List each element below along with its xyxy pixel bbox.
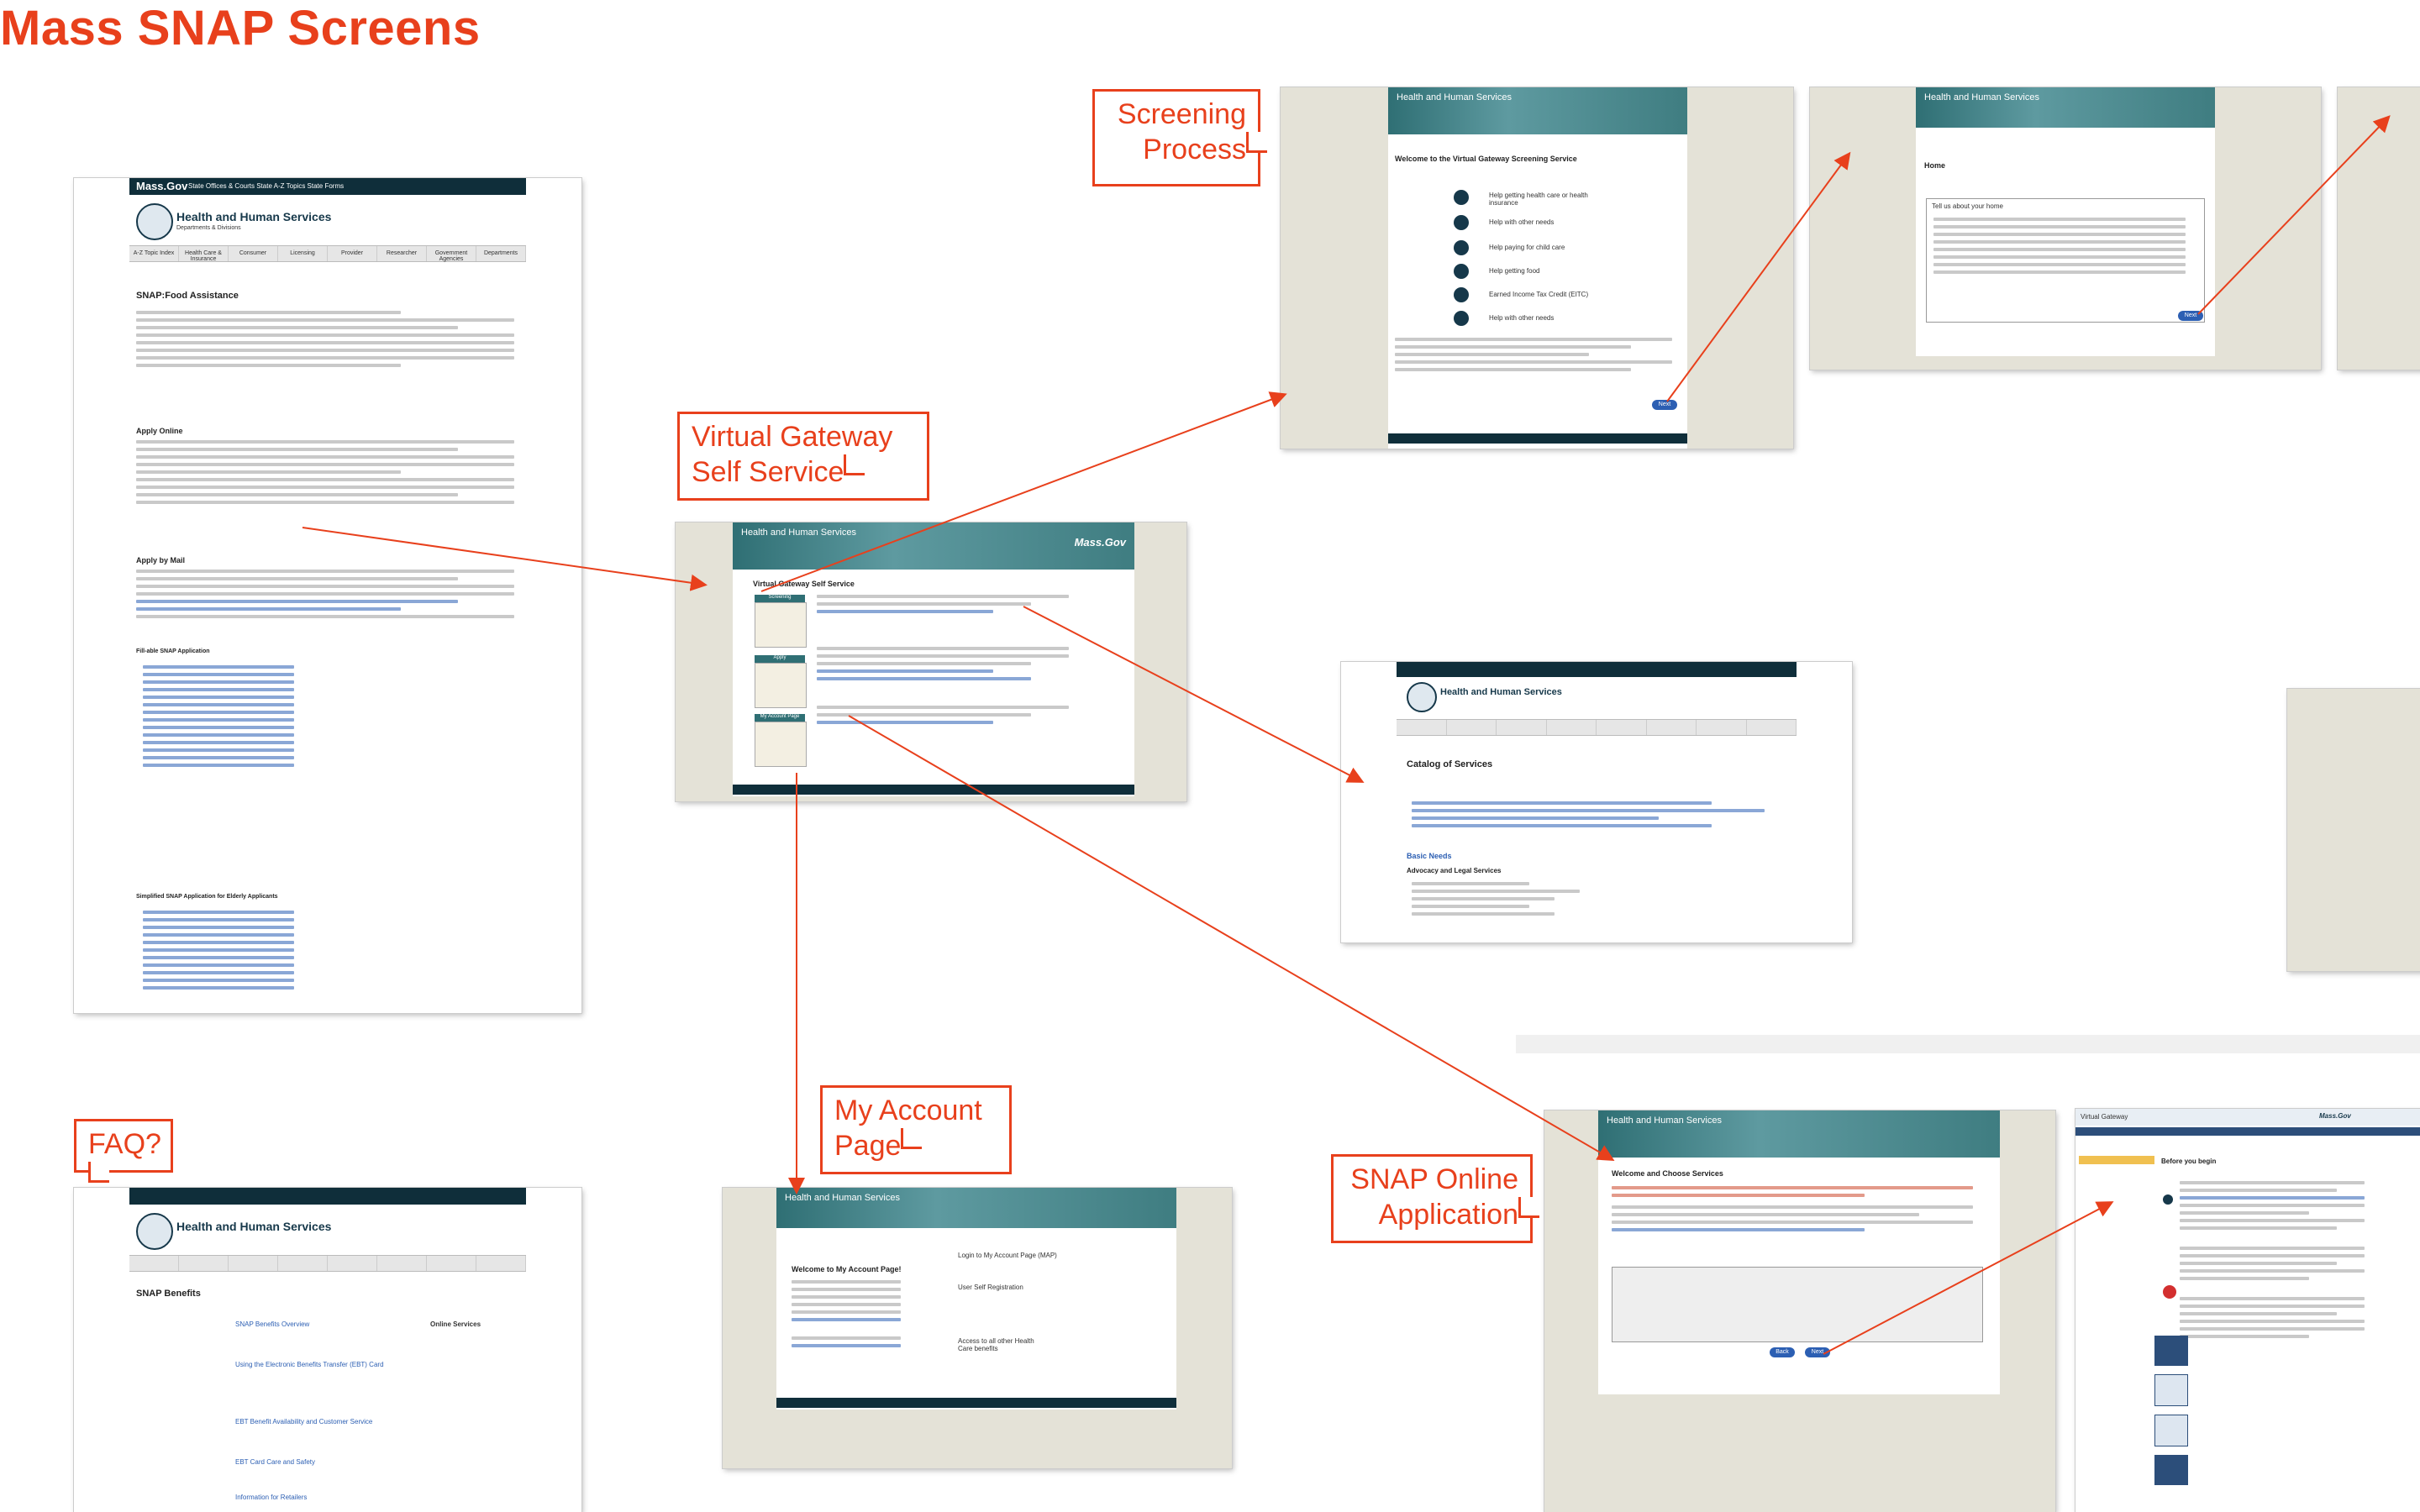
arrow-vg-to-catalog xyxy=(1023,606,1365,783)
arrow-screening-to-home xyxy=(1666,151,1851,402)
arrow-vg-to-screening xyxy=(760,391,1287,592)
connector-arrows xyxy=(302,115,2391,1355)
arrow-vg-to-snap-app xyxy=(848,715,1615,1162)
arrow-home-to-next xyxy=(2197,115,2391,315)
arrow-snap-to-vg xyxy=(302,527,708,591)
arrow-snap-app-to-before xyxy=(1823,1201,2114,1355)
